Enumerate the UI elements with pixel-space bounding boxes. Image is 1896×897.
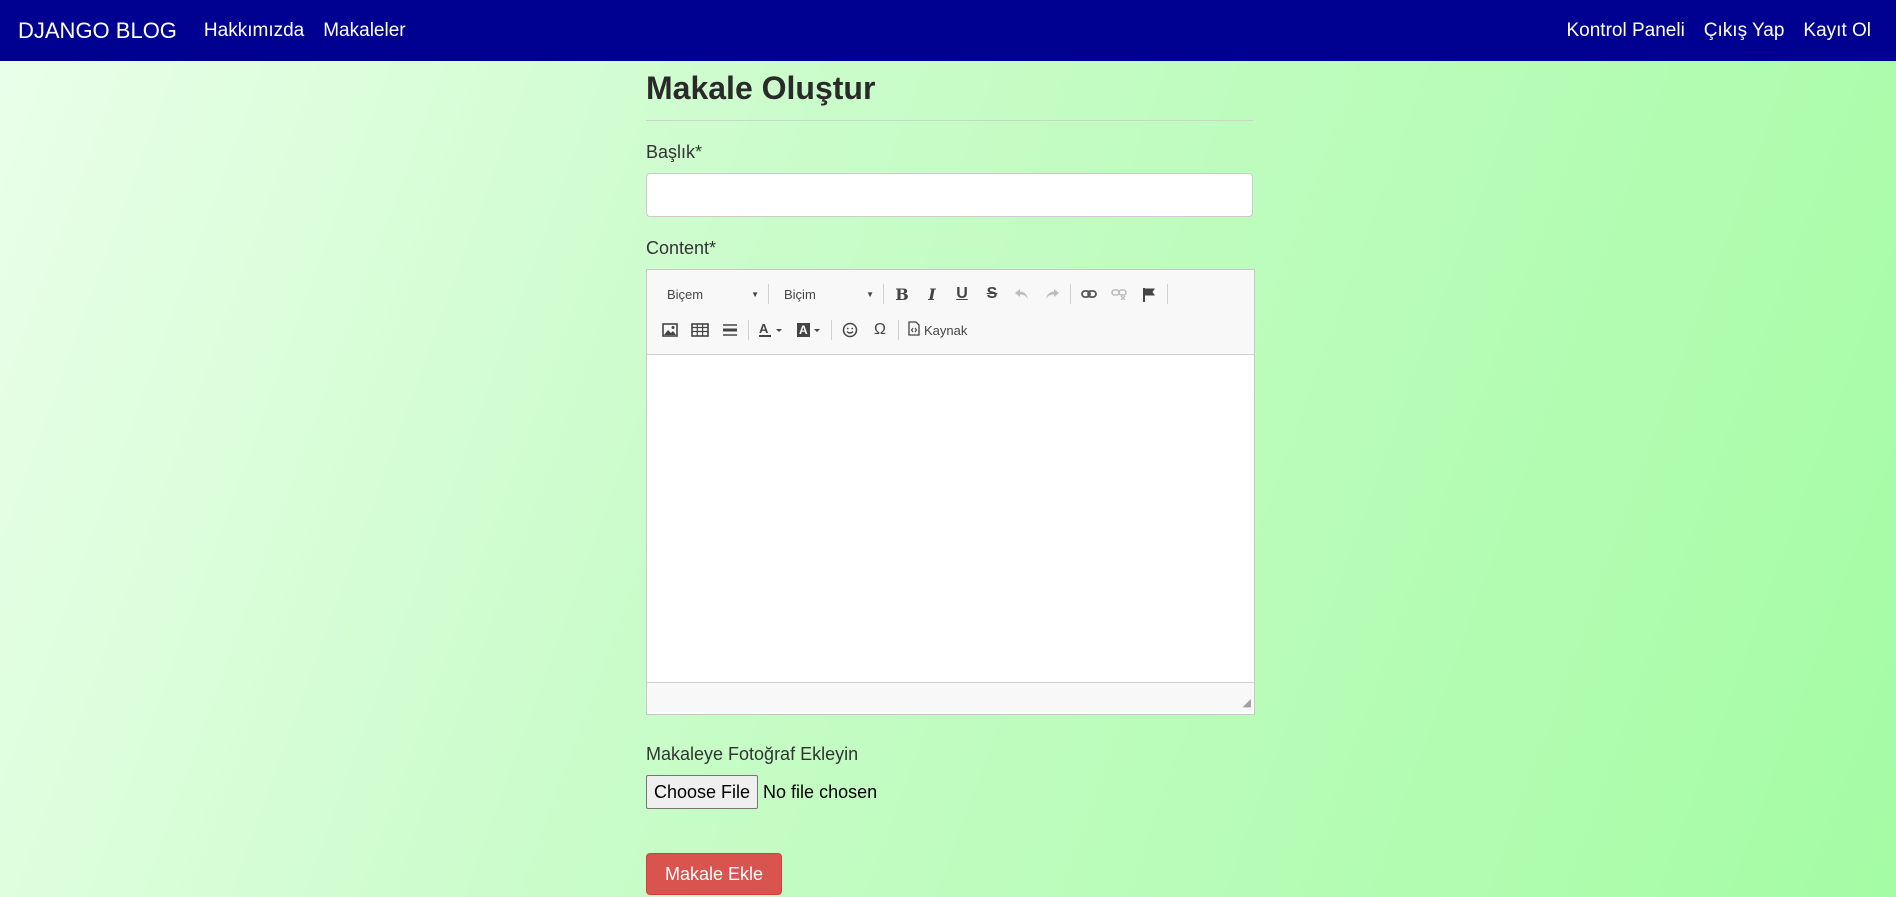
resize-handle-icon[interactable]: ◢ [1243, 696, 1251, 709]
nav-link-register[interactable]: Kayıt Ol [1803, 20, 1871, 42]
toolbar-separator [831, 320, 832, 340]
file-input: Choose File No file chosen [646, 775, 1253, 809]
format-combo[interactable]: Biçim ▼ [772, 281, 880, 307]
background-color-icon[interactable]: A [790, 316, 828, 344]
special-char-icon[interactable]: Ω [865, 316, 895, 344]
undo-icon[interactable] [1007, 280, 1037, 308]
toolbar-row-2: A A Ω Kaynak [655, 312, 1246, 348]
format-combo-label: Biçim [784, 286, 816, 302]
nav-link-dashboard[interactable]: Kontrol Paneli [1567, 20, 1685, 42]
title-divider [646, 120, 1253, 121]
toolbar-row-1: Biçem ▼ Biçim ▼ B I U S [655, 276, 1246, 312]
top-navbar: DJANGO BLOG Hakkımızda Makaleler Kontrol… [0, 0, 1896, 61]
toolbar-separator [768, 284, 769, 304]
unlink-icon[interactable] [1104, 280, 1134, 308]
photo-label: Makaleye Fotoğraf Ekleyin [646, 744, 859, 764]
title-label: Başlık* [646, 142, 703, 162]
image-icon[interactable] [655, 316, 685, 344]
style-combo-label: Biçem [667, 286, 704, 302]
horizontal-rule-icon[interactable] [715, 316, 745, 344]
page-title: Makale Oluştur [646, 70, 876, 106]
strikethrough-icon[interactable]: S [977, 280, 1007, 308]
chevron-down-icon: ▼ [751, 289, 759, 299]
editor-content-area[interactable] [647, 355, 1254, 682]
toolbar-separator [898, 320, 899, 340]
smiley-icon[interactable] [835, 316, 865, 344]
source-button-label: Kaynak [924, 322, 968, 338]
underline-icon[interactable]: U [947, 280, 977, 308]
toolbar-separator [1167, 284, 1168, 304]
source-button[interactable]: Kaynak [902, 316, 973, 344]
rich-text-editor: Biçem ▼ Biçim ▼ B I U S A A Ω Kaynak ◢ [646, 269, 1255, 715]
nav-link-logout[interactable]: Çıkış Yap [1704, 20, 1785, 42]
toolbar-separator [883, 284, 884, 304]
nav-right-group: Kontrol Paneli Çıkış Yap Kayıt Ol [1567, 20, 1891, 42]
redo-icon[interactable] [1037, 280, 1067, 308]
brand-link[interactable]: DJANGO BLOG [18, 18, 177, 44]
svg-text:A: A [759, 322, 769, 336]
chevron-down-icon: ▼ [866, 289, 874, 299]
svg-text:A: A [799, 323, 808, 337]
title-input[interactable] [646, 173, 1253, 217]
text-color-icon[interactable]: A [752, 316, 790, 344]
toolbar-separator [748, 320, 749, 340]
link-icon[interactable] [1074, 280, 1104, 308]
table-icon[interactable] [685, 316, 715, 344]
toolbar-separator [1070, 284, 1071, 304]
style-combo[interactable]: Biçem ▼ [655, 281, 765, 307]
source-file-icon [908, 321, 920, 339]
file-status-text: No file chosen [763, 781, 878, 802]
editor-toolbar: Biçem ▼ Biçim ▼ B I U S A A Ω Kaynak [647, 270, 1254, 355]
editor-footer: ◢ [647, 682, 1254, 712]
italic-icon[interactable]: I [917, 280, 947, 308]
bold-icon[interactable]: B [887, 280, 917, 308]
content-label: Content* [646, 238, 717, 258]
add-article-button[interactable]: Makale Ekle [646, 853, 782, 895]
article-form-container: Makale Oluştur Başlık* Content* Biçem ▼ … [646, 61, 1255, 895]
nav-link-articles[interactable]: Makaleler [323, 20, 405, 42]
choose-file-button[interactable]: Choose File [646, 775, 759, 809]
nav-link-about[interactable]: Hakkımızda [204, 20, 304, 42]
anchor-flag-icon[interactable] [1134, 280, 1164, 308]
